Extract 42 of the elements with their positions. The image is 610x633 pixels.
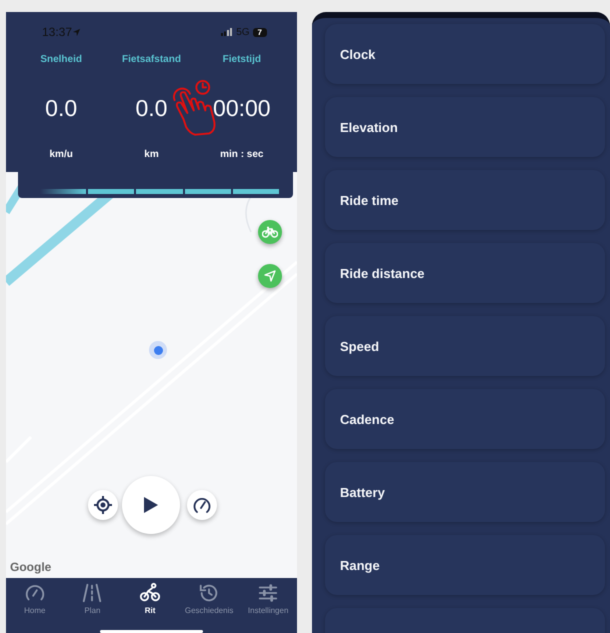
widget-list-item[interactable]: Ride distance xyxy=(325,243,605,303)
widget-list-item[interactable]: Battery xyxy=(325,462,605,522)
road-icon xyxy=(81,582,104,604)
gauge-icon xyxy=(193,496,211,514)
current-location-dot xyxy=(149,341,167,359)
locate-button[interactable] xyxy=(88,490,118,520)
play-icon xyxy=(143,496,159,514)
nav-tab[interactable]: Rit xyxy=(121,578,179,633)
widget-list-item[interactable]: Ride time xyxy=(325,170,605,230)
nav-tab[interactable]: Instellingen xyxy=(239,578,297,633)
widget-list-item[interactable]: Cadence xyxy=(325,389,605,449)
stat-unit: min : sec xyxy=(220,149,264,160)
history-icon xyxy=(198,582,220,604)
widget-list-item[interactable]: Elevation xyxy=(325,97,605,157)
stat-value: 0.0 xyxy=(136,95,168,122)
location-arrow-icon xyxy=(72,28,82,36)
widget-list-item[interactable]: Speed xyxy=(325,316,605,376)
crosshair-icon xyxy=(94,496,112,514)
signal-icon xyxy=(221,28,234,36)
battery-level: 7 xyxy=(252,28,267,36)
map-view[interactable]: Google xyxy=(6,172,297,578)
stat-label: Snelheid xyxy=(40,54,82,65)
cyclist-icon xyxy=(139,582,162,604)
stat-value: 0.0 xyxy=(45,95,78,122)
nav-tab[interactable]: Plan xyxy=(64,578,122,633)
play-button[interactable] xyxy=(122,476,180,534)
stat-unit: km/u xyxy=(49,149,73,160)
bicycle-icon xyxy=(262,226,278,238)
navigation-arrow-icon xyxy=(264,270,276,282)
nav-tab[interactable]: Home xyxy=(6,578,64,633)
stat-label: Fietsafstand xyxy=(122,54,181,65)
network-label: 5G xyxy=(236,26,250,38)
speedometer-button[interactable] xyxy=(187,490,217,520)
widget-list-item[interactable]: Range xyxy=(325,535,605,595)
widget-list-item[interactable]: Clock xyxy=(325,24,605,84)
stat-label: Fietstijd xyxy=(222,54,261,65)
stat-unit: km xyxy=(144,149,159,160)
nav-tab[interactable]: Geschiedenis xyxy=(178,578,240,633)
sliders-icon xyxy=(257,582,280,604)
map-attribution: Google xyxy=(10,560,52,574)
status-time: 13:37 xyxy=(42,25,72,39)
stat-value: 00:00 xyxy=(213,95,271,122)
